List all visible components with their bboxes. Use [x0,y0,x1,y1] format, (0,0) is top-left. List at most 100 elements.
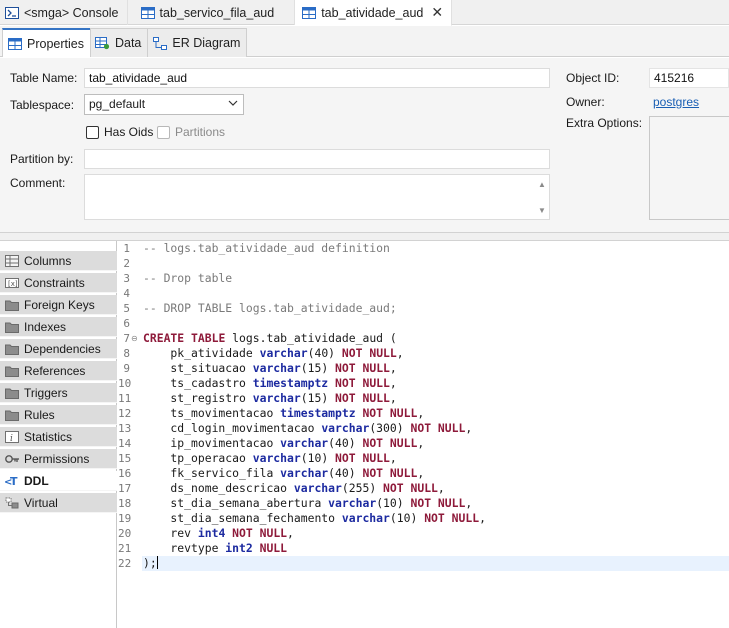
line-number: 8 [123,347,130,360]
console-icon [4,5,20,21]
nav-item-foreign-keys[interactable]: Foreign Keys [0,295,117,315]
table-icon [7,36,23,52]
properties-panel: Table Name: tab_atividade_aud Tablespace… [0,58,729,232]
nav-item-rules[interactable]: Rules [0,405,117,425]
has-oids-checkbox[interactable]: Has Oids [86,125,153,139]
code-line: st_situacao varchar(15) NOT NULL, [143,361,397,375]
line-number: 21 [118,542,132,555]
folder-icon [4,386,20,400]
scroll-up-icon[interactable]: ▲ [537,180,547,190]
table-name-label: Table Name: [10,71,78,85]
nav-item-label: Foreign Keys [24,297,95,312]
svg-text:[x]: [x] [8,280,18,288]
statistics-icon: i [4,430,20,444]
table-icon [140,5,156,21]
nav-item-label: Constraints [24,275,85,290]
nav-item-statistics[interactable]: i Statistics [0,427,117,447]
line-number: 15 [118,452,132,465]
partitions-label: Partitions [175,125,226,139]
scroll-down-icon[interactable]: ▼ [537,206,547,216]
er-diagram-icon [152,35,168,51]
code-line: st_registro varchar(15) NOT NULL, [143,391,397,405]
tab-label: tab_servico_fila_aud [159,5,275,20]
line-number: 16 [118,467,132,480]
nav-item-dependencies[interactable]: Dependencies [0,339,117,359]
tablespace-select[interactable]: pg_default [84,94,244,115]
tab-label: Properties [27,36,84,51]
line-number: 12 [118,407,132,420]
virtual-icon [4,496,20,510]
nav-item-label: Triggers [24,385,68,400]
line-number-gutter: 1 2 3 4 5 6 7 ⊖ 8 9 10 11 12 13 14 15 16… [118,241,142,628]
line-number: 4 [123,287,130,300]
line-number: 1 [123,242,130,255]
close-icon[interactable]: ✕ [431,4,443,21]
partition-by-field[interactable] [84,149,550,169]
folder-icon [4,364,20,378]
tab-console[interactable]: <smga> Console [0,0,128,25]
left-nav: Columns [x] Constraints Foreign Keys Ind… [0,241,117,628]
nav-item-triggers[interactable]: Triggers [0,383,117,403]
nav-item-label: Statistics [24,429,73,444]
key-icon [4,452,20,466]
ddl-icon: < T [4,474,20,488]
tab-data[interactable]: Data [89,28,149,57]
line-number: 22 [118,557,132,570]
code-line: fk_servico_fila varchar(40) NOT NULL, [143,466,425,480]
nav-item-label: References [24,363,86,378]
tablespace-label: Tablespace: [10,98,75,112]
owner-label: Owner: [566,95,605,109]
checkbox-box[interactable] [86,125,99,139]
code-line: ip_movimentacao varchar(40) NOT NULL, [143,436,425,450]
fold-collapse-icon[interactable]: ⊖ [131,331,138,346]
code-line: revtype int2 NULL [143,541,288,555]
comment-label: Comment: [10,176,66,190]
panel-splitter[interactable] [0,232,729,241]
sub-tab-bar: Properties Data ER Diagram [0,26,729,57]
line-number: 2 [123,257,130,270]
nav-item-label: Dependencies [24,341,101,356]
tab-properties[interactable]: Properties [2,28,91,57]
nav-item-label: Rules [24,407,55,422]
line-number: 5 [123,302,130,315]
columns-icon [4,254,20,268]
tab-servico-fila-aud[interactable]: tab_servico_fila_aud [128,0,296,25]
has-oids-label: Has Oids [104,125,154,139]
code-line: CREATE TABLE logs.tab_atividade_aud ( [143,331,397,345]
nav-item-references[interactable]: References [0,361,117,381]
line-number: 10 [118,377,132,390]
extra-options-box[interactable] [649,116,729,220]
code-line: -- Drop table [143,271,233,285]
nav-item-indexes[interactable]: Indexes [0,317,117,337]
folder-icon [4,408,20,422]
comment-textarea[interactable]: ▲ ▼ [84,174,550,220]
object-id-field: 415216 [649,68,729,88]
folder-icon [4,342,20,356]
nav-item-permissions[interactable]: Permissions [0,449,117,469]
tab-er-diagram[interactable]: ER Diagram [147,28,248,57]
line-number: 18 [118,497,132,510]
code-line: st_dia_semana_abertura varchar(10) NOT N… [143,496,473,510]
nav-item-columns[interactable]: Columns [0,251,117,271]
table-name-field[interactable]: tab_atividade_aud [84,68,550,88]
owner-link[interactable]: postgres [653,95,699,109]
chevron-down-icon [228,97,238,113]
nav-item-constraints[interactable]: [x] Constraints [0,273,117,293]
nav-item-label: Permissions [24,451,90,466]
object-id-label: Object ID: [566,71,620,85]
line-number: 9 [123,362,130,375]
tab-label: <smga> Console [24,5,119,20]
ddl-editor[interactable]: 1 2 3 4 5 6 7 ⊖ 8 9 10 11 12 13 14 15 16… [118,241,729,628]
constraints-icon: [x] [4,276,20,290]
line-number: 19 [118,512,132,525]
nav-item-virtual[interactable]: Virtual [0,493,117,513]
line-number: 11 [118,392,132,405]
partitions-checkbox: Partitions [157,125,225,139]
code-line: ts_cadastro timestamptz NOT NULL, [143,376,397,390]
code-line: ts_movimentacao timestamptz NOT NULL, [143,406,425,420]
nav-item-ddl[interactable]: < T DDL [0,471,117,491]
code-line: -- DROP TABLE logs.tab_atividade_aud; [143,301,397,315]
line-number: 14 [118,437,132,450]
tab-atividade-aud[interactable]: tab_atividade_aud ✕ [295,0,453,26]
tab-label: Data [114,36,142,50]
